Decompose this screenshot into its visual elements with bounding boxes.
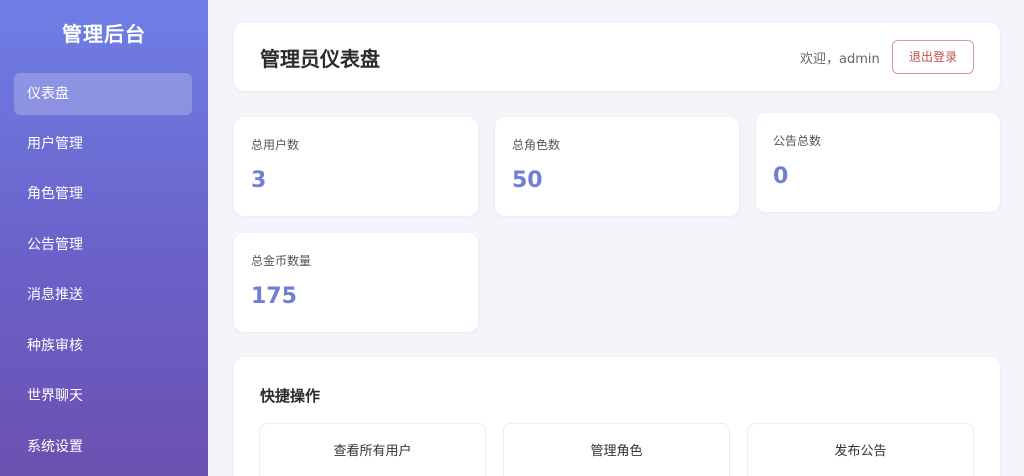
sidebar-item-dashboard[interactable]: 仪表盘 (14, 73, 192, 115)
brand-title: 管理后台 (62, 22, 146, 46)
stat-card-total-roles: 总角色数 50 (495, 117, 739, 216)
stat-label: 公告总数 (773, 134, 822, 148)
stat-value: 0 (773, 164, 789, 189)
welcome-text: 欢迎，admin (800, 52, 880, 67)
quick-actions-card: 快捷操作 查看所有用户 管理角色 发布公告 (234, 357, 1000, 476)
stat-card-total-coins: 总金币数量 175 (234, 233, 478, 332)
publish-announcement-button[interactable]: 发布公告 (747, 423, 974, 476)
stat-label: 总金币数量 (251, 254, 312, 268)
sidebar-item-world-chat[interactable]: 世界聊天 (14, 375, 192, 417)
sidebar-item-message-push[interactable]: 消息推送 (14, 274, 192, 316)
sidebar-item-roles[interactable]: 角色管理 (14, 173, 192, 215)
sidebar-item-announcements[interactable]: 公告管理 (14, 224, 192, 266)
sidebar-item-system-settings[interactable]: 系统设置 (14, 426, 192, 468)
manage-roles-button[interactable]: 管理角色 (503, 423, 730, 476)
app-root: 管理后台 仪表盘 用户管理 角色管理 公告管理 消息推送 种族审核 世界聊天 系… (0, 0, 1024, 476)
stat-value: 175 (251, 284, 297, 309)
page-title: 管理员仪表盘 (260, 47, 380, 71)
header-card: 管理员仪表盘 欢迎，admin 退出登录 (234, 23, 1000, 91)
sidebar-item-users[interactable]: 用户管理 (14, 123, 192, 165)
view-all-users-button[interactable]: 查看所有用户 (259, 423, 486, 476)
sidebar-item-race-review[interactable]: 种族审核 (14, 325, 192, 367)
stat-label: 总用户数 (251, 138, 300, 152)
stat-card-total-announcements: 公告总数 0 (756, 113, 1000, 212)
stat-card-total-users: 总用户数 3 (234, 117, 478, 216)
logout-button[interactable]: 退出登录 (892, 40, 974, 74)
sidebar: 管理后台 仪表盘 用户管理 角色管理 公告管理 消息推送 种族审核 世界聊天 系… (0, 0, 208, 476)
stat-value: 50 (512, 168, 543, 193)
stat-label: 总角色数 (512, 138, 561, 152)
quick-actions-title: 快捷操作 (260, 387, 321, 405)
stat-value: 3 (251, 168, 267, 193)
